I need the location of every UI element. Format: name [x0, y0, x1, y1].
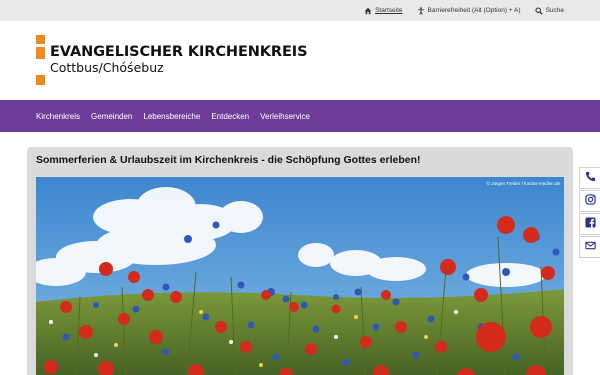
instagram-link[interactable]: [579, 190, 600, 212]
accessibility-link[interactable]: Barrierefreiheit (Alt (Option) + A): [417, 6, 521, 15]
nav-item-kirchenkreis[interactable]: Kirchenkreis: [36, 112, 80, 121]
logo-title: EVANGELISCHER KIRCHENKREIS: [50, 44, 308, 60]
main-navigation: Kirchenkreis Gemeinden Lebensbereiche En…: [0, 100, 600, 132]
logo-square: [36, 75, 45, 85]
logo-square: [36, 35, 45, 44]
home-link-label: Startseite: [375, 7, 403, 14]
search-icon: [535, 6, 543, 15]
article-title: Sommerferien & Urlaubszeit im Kirchenkre…: [36, 154, 421, 166]
mail-link[interactable]: [579, 236, 600, 258]
nav-item-verleihservice[interactable]: Verleihservice: [260, 112, 310, 121]
home-icon: [364, 7, 372, 15]
nav-item-entdecken[interactable]: Entdecken: [211, 112, 249, 121]
instagram-icon: [584, 192, 596, 210]
accessibility-icon: [417, 6, 425, 15]
featured-article-card[interactable]: Sommerferien & Urlaubszeit im Kirchenkre…: [27, 147, 573, 375]
accessibility-link-label: Barrierefreiheit (Alt (Option) + A): [427, 7, 521, 14]
site-logo[interactable]: EVANGELISCHER KIRCHENKREIS Cottbus/Chóśe…: [36, 35, 308, 85]
social-sidebar: [579, 167, 600, 259]
home-link[interactable]: Startseite: [364, 7, 403, 15]
phone-icon: [585, 169, 596, 187]
logo-square: [36, 47, 45, 59]
search-link[interactable]: Suche: [535, 6, 564, 15]
hero-image: © Jürgen Treiber / fundus-medien.de: [36, 177, 564, 375]
poppy-field-image: [36, 177, 564, 375]
logo-subtitle: Cottbus/Chóśebuz: [50, 60, 164, 75]
search-link-label: Suche: [545, 7, 564, 14]
facebook-icon: [584, 215, 596, 233]
image-credit: © Jürgen Treiber / fundus-medien.de: [486, 181, 560, 186]
nav-item-gemeinden[interactable]: Gemeinden: [91, 112, 132, 121]
facebook-link[interactable]: [579, 213, 600, 235]
mail-icon: [584, 238, 596, 256]
site-header: EVANGELISCHER KIRCHENKREIS Cottbus/Chóśe…: [0, 21, 600, 100]
phone-link[interactable]: [579, 167, 600, 189]
utility-links: Startseite Barrierefreiheit (Alt (Option…: [364, 0, 564, 21]
nav-item-lebensbereiche[interactable]: Lebensbereiche: [143, 112, 200, 121]
top-utility-bar: Startseite Barrierefreiheit (Alt (Option…: [0, 0, 600, 21]
